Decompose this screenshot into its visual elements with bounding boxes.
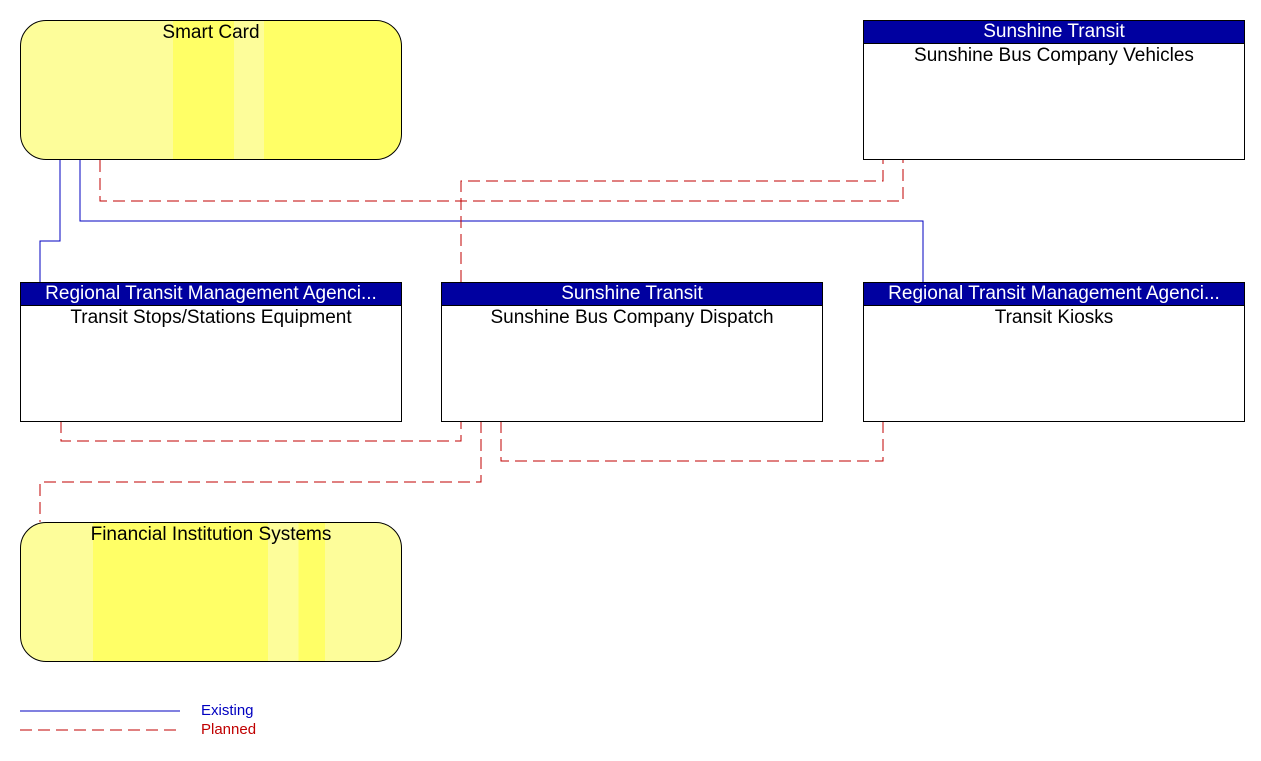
node-transit-kiosks[interactable]: Regional Transit Management Agenci... Tr… <box>863 282 1245 422</box>
legend-existing-label: Existing <box>201 702 254 719</box>
flow-smartcard-stops <box>39 160 61 282</box>
node-title: Transit Kiosks <box>994 307 1114 328</box>
node-title: Sunshine Bus Company Dispatch <box>490 307 774 328</box>
node-sunshine-bus-vehicles[interactable]: Sunshine Transit Sunshine Bus Company Ve… <box>863 20 1245 160</box>
node-owner: Sunshine Transit <box>864 21 1244 44</box>
node-owner: Sunshine Transit <box>442 283 822 306</box>
legend-planned-label: Planned <box>201 721 257 738</box>
node-title: Sunshine Bus Company Vehicles <box>914 45 1194 66</box>
flow-smartcard-kiosks <box>79 160 924 282</box>
node-owner: Regional Transit Management Agenci... <box>864 283 1244 306</box>
flow-dispatch-kiosks <box>500 421 884 462</box>
flow-stops-dispatch <box>60 421 462 442</box>
node-title: Financial Institution Systems <box>90 524 332 545</box>
node-financial-institution[interactable]: Financial Institution Systems <box>20 522 402 662</box>
node-title: Transit Stops/Stations Equipment <box>70 307 352 328</box>
node-owner: Regional Transit Management Agenci... <box>21 283 401 306</box>
node-smart-card[interactable]: Smart Card <box>20 20 402 160</box>
node-transit-stops[interactable]: Regional Transit Management Agenci... Tr… <box>20 282 402 422</box>
node-sunshine-bus-dispatch[interactable]: Sunshine Transit Sunshine Bus Company Di… <box>441 282 823 422</box>
node-title: Smart Card <box>162 22 260 43</box>
flow-dispatch-financial <box>39 421 482 522</box>
